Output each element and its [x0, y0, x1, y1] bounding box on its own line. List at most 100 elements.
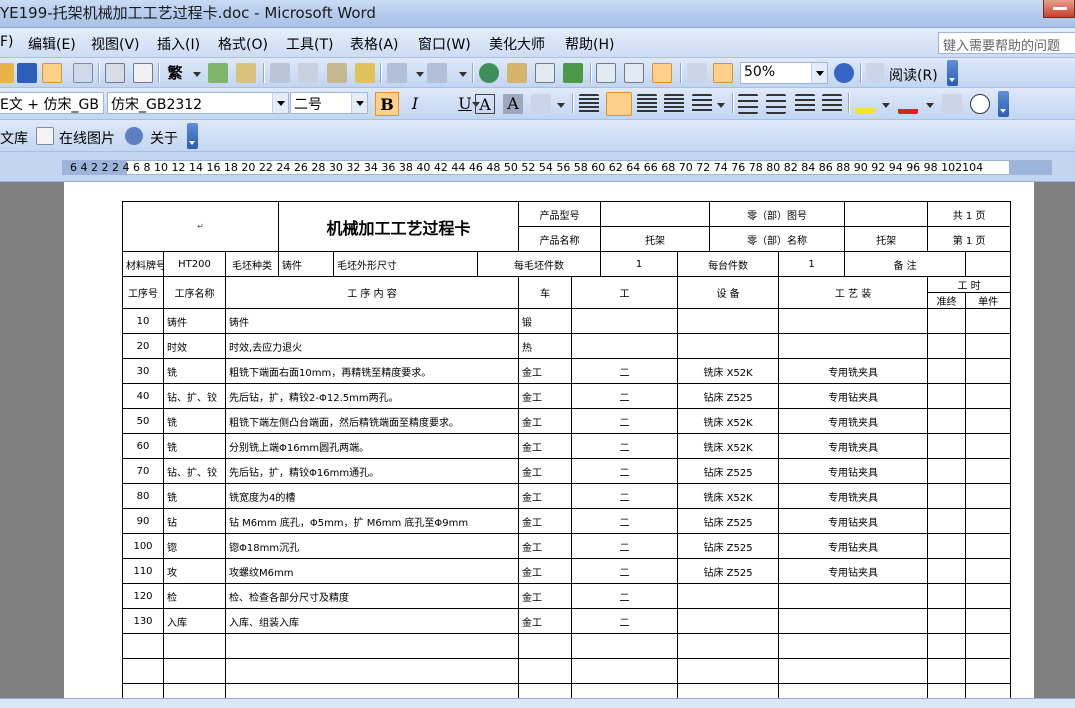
- op-tooling[interactable]: [778, 658, 929, 684]
- op-equipment[interactable]: [677, 683, 780, 698]
- chevron-down-icon[interactable]: [882, 103, 890, 108]
- op-shop[interactable]: 金工: [518, 558, 573, 584]
- align-right-icon[interactable]: [637, 94, 657, 114]
- chevron-down-icon[interactable]: [459, 72, 467, 77]
- op-equipment[interactable]: 钻床 Z525: [677, 533, 780, 559]
- op-content[interactable]: 检、检查各部分尺寸及精度: [224, 583, 520, 609]
- op-prep-time[interactable]: [927, 433, 967, 459]
- op-content[interactable]: 先后钻，扩，精铰Φ16mm通孔。: [224, 458, 520, 484]
- toolbar-options[interactable]: [187, 123, 198, 149]
- print-icon[interactable]: [73, 63, 93, 83]
- chevron-down-icon[interactable]: [811, 63, 827, 83]
- op-shop[interactable]: 金工: [518, 358, 573, 384]
- line-spacing-icon[interactable]: [692, 94, 712, 114]
- traditional-chinese-icon[interactable]: 繁: [165, 62, 185, 84]
- op-name[interactable]: 检: [163, 583, 226, 609]
- char-border-button[interactable]: A: [475, 94, 495, 114]
- chevron-down-icon[interactable]: [717, 103, 725, 108]
- op-name[interactable]: 入库: [163, 608, 226, 634]
- op-unit-time[interactable]: [965, 558, 1012, 584]
- drawing-icon[interactable]: [624, 63, 644, 83]
- enclose-char-icon[interactable]: [970, 94, 990, 114]
- increase-indent-icon[interactable]: [822, 94, 842, 114]
- char-scale-icon[interactable]: [531, 94, 551, 114]
- op-unit-time[interactable]: [965, 408, 1012, 434]
- op-prep-time[interactable]: [927, 658, 967, 684]
- help-search-input[interactable]: 键入需要帮助的问题: [938, 32, 1075, 54]
- op-prep-time[interactable]: [927, 533, 967, 559]
- op-tooling[interactable]: [778, 333, 929, 359]
- op-equipment[interactable]: 钻床 Z525: [677, 508, 780, 534]
- op-shop[interactable]: 金工: [518, 508, 573, 534]
- undo-icon[interactable]: [387, 63, 407, 83]
- op-section[interactable]: [571, 683, 679, 698]
- op-unit-time[interactable]: [965, 358, 1012, 384]
- op-tooling[interactable]: [778, 608, 929, 634]
- op-content[interactable]: 分别铣上端Φ16mm圆孔两端。: [224, 433, 520, 459]
- bullets-icon[interactable]: [766, 94, 786, 114]
- printer-icon[interactable]: [105, 63, 125, 83]
- columns-icon[interactable]: [596, 63, 616, 83]
- op-shop[interactable]: 金工: [518, 433, 573, 459]
- op-name[interactable]: 铣: [163, 408, 226, 434]
- op-equipment[interactable]: 钻床 Z525: [677, 558, 780, 584]
- op-content[interactable]: 粗铣下端左侧凸台端面，然后精铣端面至精度要求。: [224, 408, 520, 434]
- op-name[interactable]: 时效: [163, 333, 226, 359]
- op-equipment[interactable]: [677, 583, 780, 609]
- op-tooling[interactable]: 专用铣夹具: [778, 483, 929, 509]
- op-section[interactable]: [571, 658, 679, 684]
- menu-edit[interactable]: 编辑(E): [28, 34, 76, 54]
- online-picture-button[interactable]: 在线图片: [59, 128, 115, 148]
- numbering-icon[interactable]: [738, 94, 758, 114]
- op-prep-time[interactable]: [927, 333, 967, 359]
- op-unit-time[interactable]: [965, 633, 1012, 659]
- op-unit-time[interactable]: [965, 458, 1012, 484]
- op-tooling[interactable]: 专用铣夹具: [778, 358, 929, 384]
- op-prep-time[interactable]: [927, 358, 967, 384]
- horizontal-ruler[interactable]: 6 4 2 2 2 4 6 8 10 12 14 16 18 20 22 24 …: [0, 152, 1075, 182]
- menu-beautify[interactable]: 美化大师: [489, 34, 545, 54]
- op-section[interactable]: 二: [571, 508, 679, 534]
- op-number[interactable]: 70: [122, 458, 164, 484]
- hyperlink-icon[interactable]: [479, 63, 499, 83]
- insert-table-icon[interactable]: [535, 63, 555, 83]
- op-shop[interactable]: 金工: [518, 383, 573, 409]
- print-preview-icon[interactable]: [133, 63, 153, 83]
- op-section[interactable]: 二: [571, 533, 679, 559]
- op-name[interactable]: [163, 683, 226, 698]
- menu-insert[interactable]: 插入(I): [157, 34, 200, 54]
- op-equipment[interactable]: 铣床 X52K: [677, 408, 780, 434]
- op-number[interactable]: 90: [122, 508, 164, 534]
- op-content[interactable]: 入库、组装入库: [224, 608, 520, 634]
- op-number[interactable]: [122, 683, 164, 698]
- op-tooling[interactable]: 专用钻夹具: [778, 508, 929, 534]
- op-equipment[interactable]: 钻床 Z525: [677, 458, 780, 484]
- op-section[interactable]: [571, 333, 679, 359]
- copy-icon[interactable]: [298, 63, 318, 83]
- op-prep-time[interactable]: [927, 308, 967, 334]
- tables-borders-icon[interactable]: [507, 63, 527, 83]
- op-unit-time[interactable]: [965, 433, 1012, 459]
- show-hide-icon[interactable]: [713, 63, 733, 83]
- close-button[interactable]: [1043, 0, 1075, 18]
- op-equipment[interactable]: [677, 608, 780, 634]
- op-prep-time[interactable]: [927, 408, 967, 434]
- menu-help[interactable]: 帮助(H): [565, 34, 614, 54]
- op-number[interactable]: 80: [122, 483, 164, 509]
- toolbar-options[interactable]: [947, 60, 958, 86]
- thumbnails-icon[interactable]: [687, 63, 707, 83]
- document-area[interactable]: ↵ 机械加工工艺过程卡 产品型号 零（部）图号 共 1 页 产品名称 托架 零（…: [0, 182, 1075, 698]
- menu-table[interactable]: 表格(A): [350, 34, 399, 54]
- op-section[interactable]: 二: [571, 483, 679, 509]
- library-button[interactable]: 文库: [0, 128, 28, 148]
- op-unit-time[interactable]: [965, 333, 1012, 359]
- align-center-icon[interactable]: [606, 92, 632, 116]
- redo-icon[interactable]: [427, 63, 447, 83]
- chevron-down-icon[interactable]: [926, 103, 934, 108]
- op-equipment[interactable]: 铣床 X52K: [677, 433, 780, 459]
- op-name[interactable]: 锪: [163, 533, 226, 559]
- font-size-combo[interactable]: 二号: [290, 92, 368, 114]
- op-unit-time[interactable]: [965, 383, 1012, 409]
- op-equipment[interactable]: 铣床 X52K: [677, 358, 780, 384]
- research-icon[interactable]: [236, 63, 256, 83]
